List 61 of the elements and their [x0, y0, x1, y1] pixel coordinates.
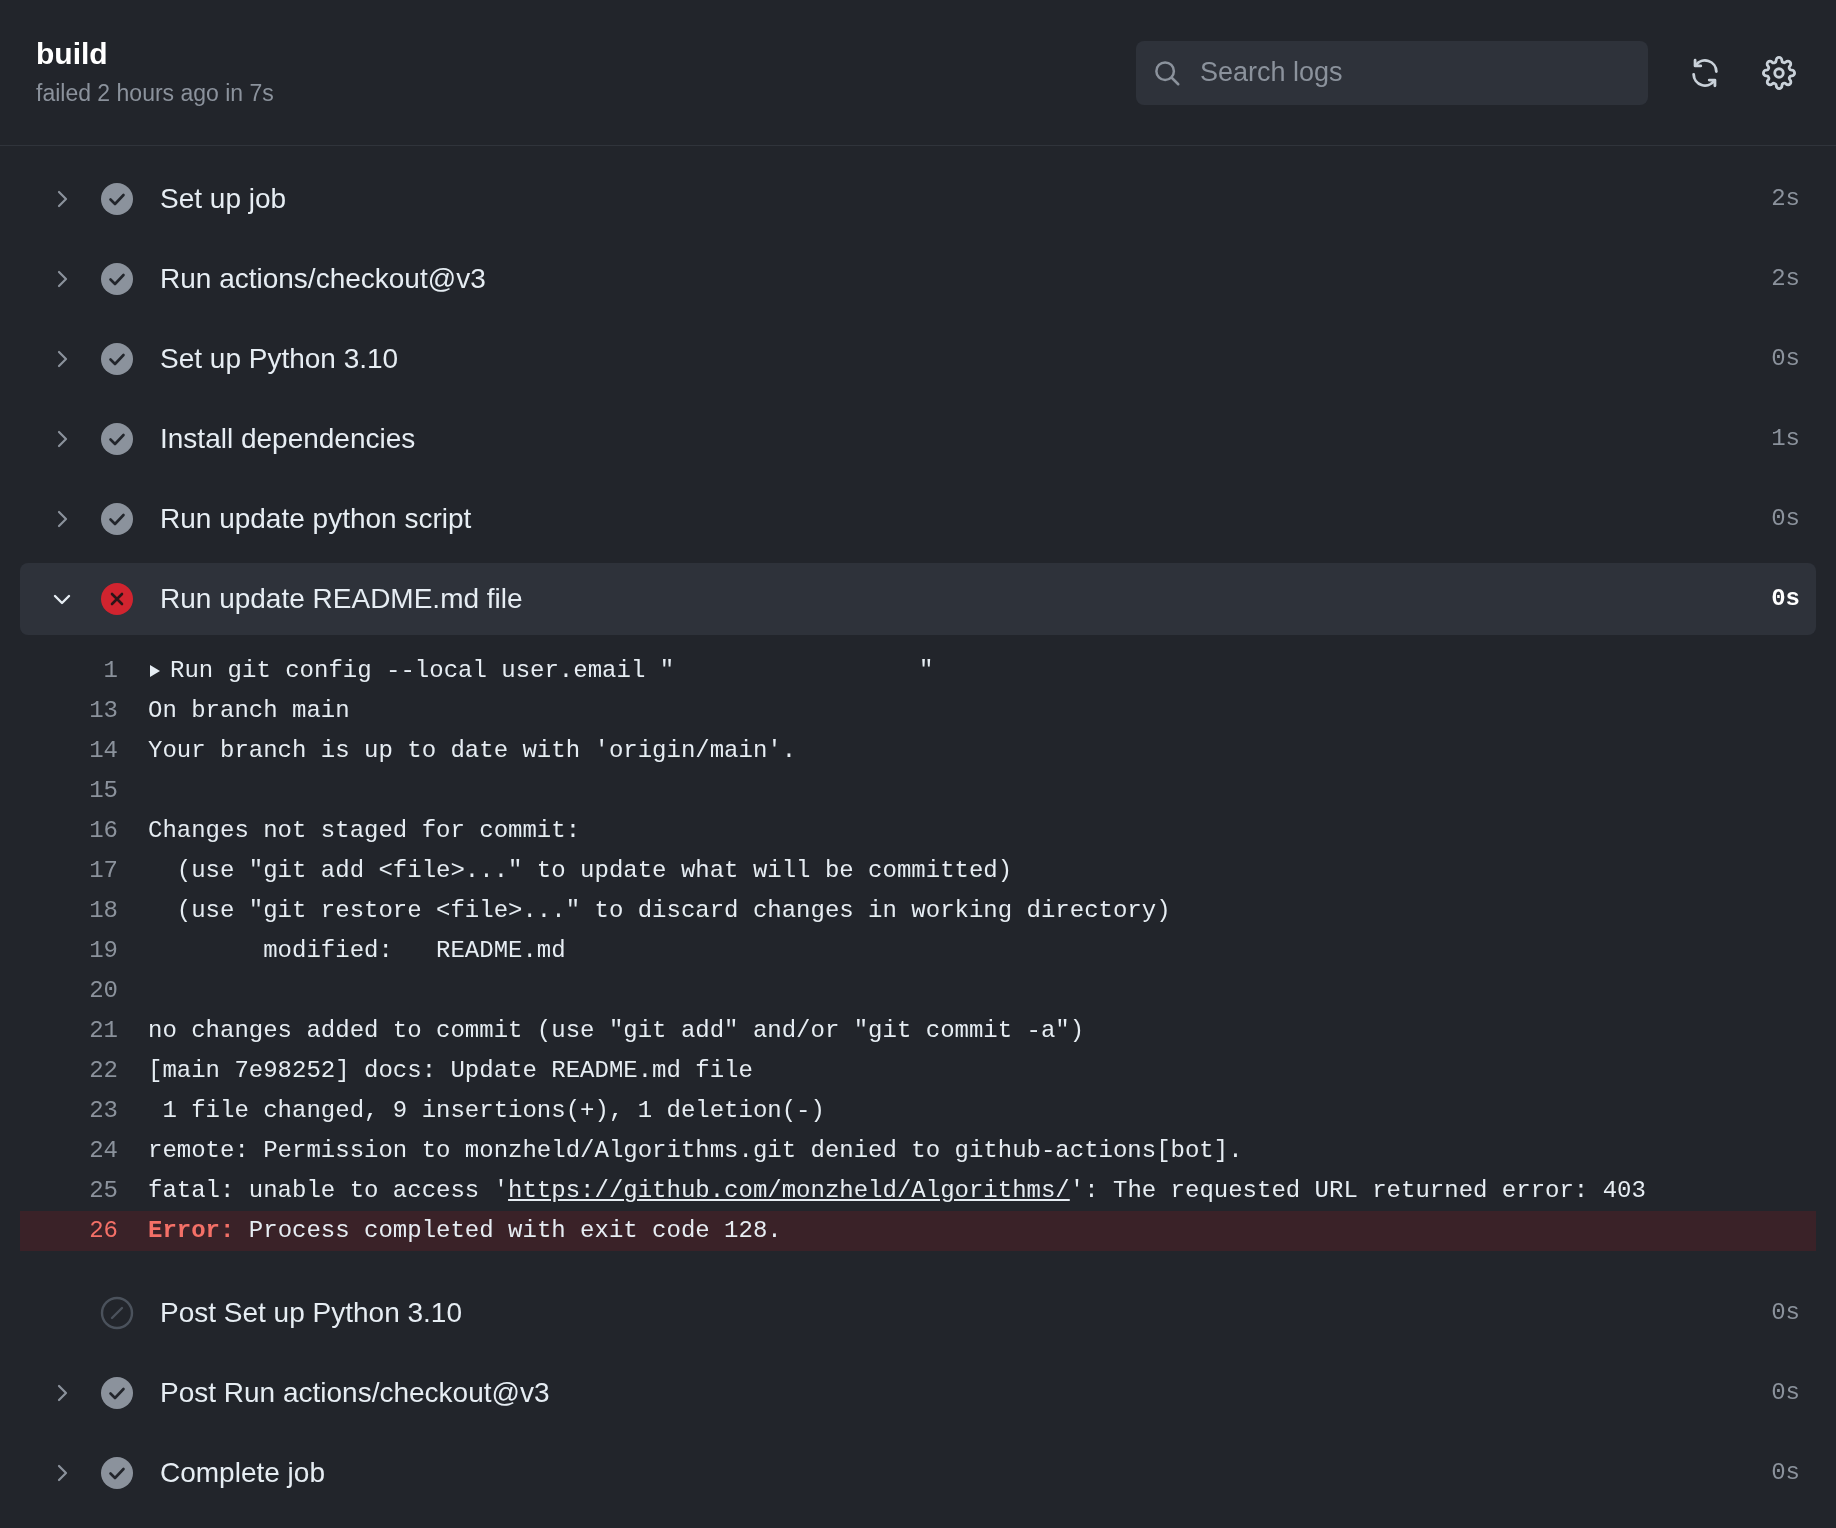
log-text: fatal: unable to access 'https://github.com/monzheld/Algorithms/': The requested URL returned error: 403 [148, 1176, 1646, 1206]
log-text: On branch main [148, 696, 350, 726]
line-number: 21 [88, 1016, 119, 1046]
step-name: Run update README.md file [160, 582, 524, 616]
step-row[interactable]: Post Run actions/checkout@v3 0s [20, 1353, 1816, 1433]
search-field[interactable]: Search logs [1136, 40, 1648, 105]
step-name: Complete job [160, 1456, 326, 1490]
step-duration: 0s [1771, 1298, 1800, 1328]
log-text: Run git config --local user.email " " [170, 656, 934, 686]
line-number: 22 [88, 1056, 119, 1086]
line-number: 20 [88, 976, 119, 1006]
step-duration: 0s [1771, 344, 1800, 374]
line-number: 15 [88, 776, 119, 806]
settings-icon[interactable] [1762, 55, 1796, 90]
log-text: modified: README.md [262, 936, 566, 966]
line-number: 13 [88, 696, 119, 726]
line-number: 26 [88, 1216, 119, 1246]
step-duration: 0s [1771, 584, 1800, 614]
step-duration: 0s [1771, 1378, 1800, 1408]
line-number: 14 [88, 736, 119, 766]
log-link[interactable]: https://github.com/monzheld/Algorithms/ [508, 1177, 1070, 1204]
line-number: 25 [88, 1176, 119, 1206]
line-number: 18 [88, 896, 119, 926]
line-number: 17 [88, 856, 119, 886]
job-status-text: failed 2 hours ago in 7s [36, 79, 274, 108]
step-duration: 2s [1771, 264, 1800, 294]
log-text: [main 7e98252] docs: Update README.md file [148, 1056, 753, 1086]
step-duration: 1s [1771, 424, 1800, 454]
step-row[interactable]: Set up Python 3.10 0s [20, 319, 1816, 399]
log-text: 1 file changed, 9 insertions(+), 1 deletion(-) [161, 1096, 825, 1126]
step-duration: 2s [1771, 184, 1800, 214]
step-name: Run actions/checkout@v3 [160, 262, 487, 296]
log-text: remote: Permission to monzheld/Algorithms.git denied to github-actions[bot]. [148, 1136, 1243, 1166]
log-text: Changes not staged for commit: [148, 816, 581, 846]
line-number: 23 [88, 1096, 119, 1126]
step-duration: 0s [1771, 1458, 1800, 1488]
step-name: Post Run actions/checkout@v3 [160, 1376, 551, 1410]
step-row[interactable]: Set up job 2s [20, 159, 1816, 239]
log-text: no changes added to commit (use "git add" and/or "git commit -a") [148, 1016, 1085, 1046]
step-row[interactable]: Install dependencies 1s [20, 399, 1816, 479]
log-text: (use "git add <file>..." to update what will be committed) [175, 856, 1013, 886]
log-text: (use "git restore <file>..." to discard changes in working directory) [175, 896, 1171, 926]
line-number: 19 [88, 936, 119, 966]
step-row[interactable]: Post Set up Python 3.10 0s [20, 1273, 1816, 1353]
step-row[interactable]: Run update python script 0s [20, 479, 1816, 559]
line-number: 1 [102, 656, 119, 686]
step-row[interactable]: Complete job 0s [20, 1433, 1816, 1513]
step-duration: 0s [1771, 504, 1800, 534]
step-name: Run update python script [160, 502, 473, 536]
step-name: Set up job [160, 182, 288, 216]
line-number: 24 [88, 1136, 119, 1166]
step-name: Post Set up Python 3.10 [160, 1296, 463, 1330]
line-number: 16 [88, 816, 119, 846]
triangle-right-icon [148, 663, 162, 679]
step-name: Set up Python 3.10 [160, 342, 400, 376]
step-name: Install dependencies [160, 422, 417, 456]
error-message: Error: Process completed with exit code 128. [148, 1216, 782, 1246]
job-title: build [36, 35, 109, 72]
step-row[interactable]: Run update README.md file 0s [20, 563, 1816, 635]
step-row[interactable]: Run actions/checkout@v3 2s [20, 239, 1816, 319]
log-text: Your branch is up to date with 'origin/main'. [148, 736, 797, 766]
